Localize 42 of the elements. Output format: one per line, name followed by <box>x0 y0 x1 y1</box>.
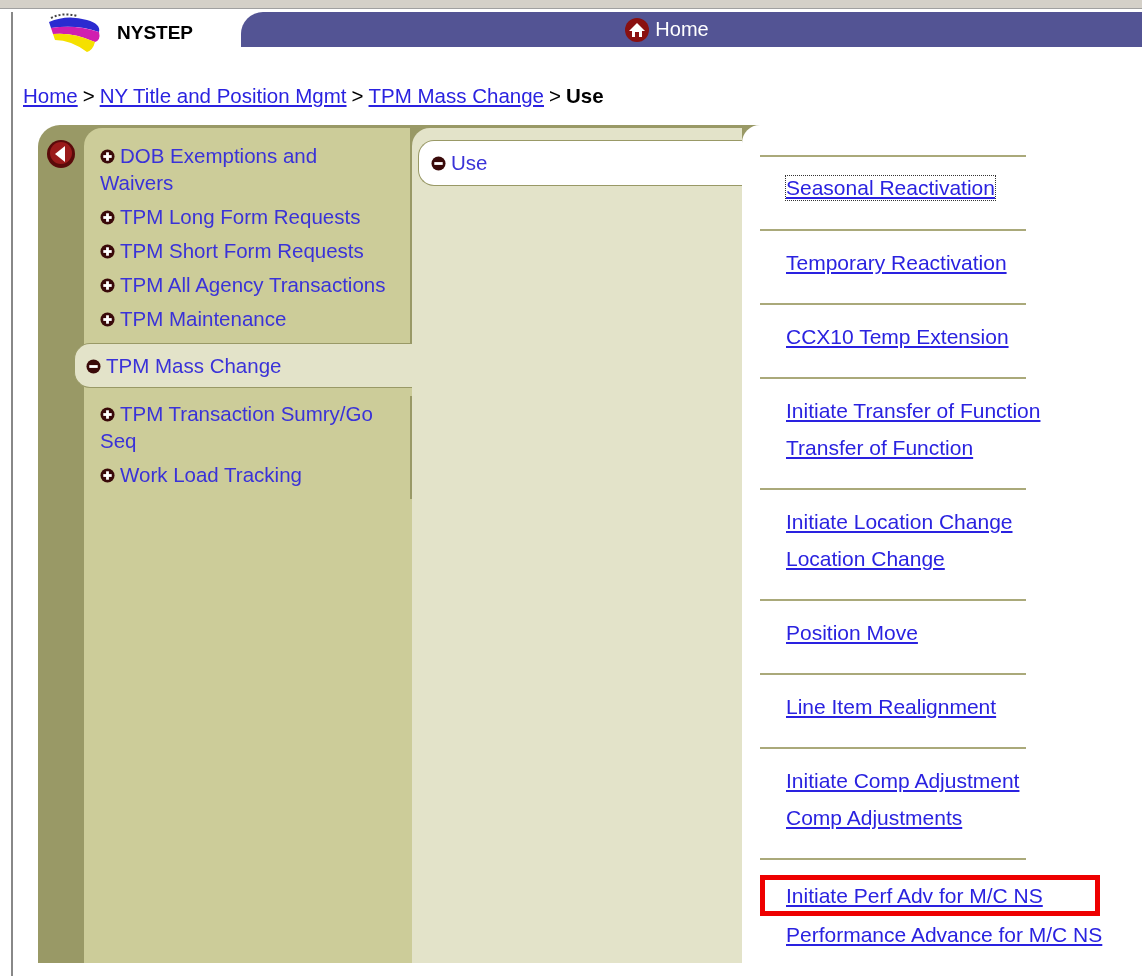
menu-item[interactable]: TPM Short Form Requests <box>100 237 390 264</box>
plus-icon <box>100 278 115 293</box>
menu-item[interactable]: DOB Exemptions and Waivers <box>100 142 390 196</box>
menu-link[interactable]: Initiate Perf Adv for M/C NS <box>786 880 1043 911</box>
submenu-item[interactable]: Use <box>418 140 742 186</box>
plus-icon <box>100 468 115 483</box>
minus-icon <box>431 155 446 171</box>
menu-link[interactable]: Line Item Realignment <box>786 688 997 725</box>
plus-icon <box>100 312 115 327</box>
breadcrumb-link[interactable]: NY Title and Position Mgmt <box>99 84 347 107</box>
menu-link[interactable]: Comp Adjustments <box>786 799 963 836</box>
breadcrumb-separator: > <box>549 84 561 107</box>
menu-link[interactable]: Performance Advance for M/C NS <box>786 916 1103 953</box>
menu-link[interactable]: Initiate Location Change <box>786 503 1013 540</box>
breadcrumb-separator: > <box>82 84 95 107</box>
home-link[interactable]: Home <box>624 16 709 43</box>
menu-link[interactable]: Position Move <box>786 614 918 651</box>
menu-item[interactable]: TPM Mass Change <box>74 343 414 388</box>
menu-item[interactable]: Work Load Tracking <box>100 461 390 488</box>
menu-link[interactable]: Initiate Transfer of Function <box>786 392 1041 429</box>
plus-icon <box>100 210 115 225</box>
menu-item[interactable]: TPM Transaction Sumry/Go Seq <box>100 400 390 454</box>
menu-link[interactable]: Location Change <box>786 540 945 577</box>
back-icon[interactable] <box>46 139 76 169</box>
minus-icon <box>86 359 101 374</box>
menu-link[interactable]: Temporary Reactivation <box>786 244 1007 281</box>
menu-link[interactable]: CCX10 Temp Extension <box>786 318 1009 355</box>
plus-icon <box>100 244 115 259</box>
home-icon <box>624 16 651 43</box>
breadcrumb-link[interactable]: Home <box>23 84 78 107</box>
breadcrumb-link[interactable]: TPM Mass Change <box>368 84 544 107</box>
menu-item[interactable]: TPM All Agency Transactions <box>100 271 390 298</box>
menu-link[interactable]: Transfer of Function <box>786 429 974 466</box>
breadcrumb-current: Use <box>565 84 604 107</box>
breadcrumb-separator: > <box>351 84 364 107</box>
menu-link[interactable]: Initiate Comp Adjustment <box>786 762 1020 799</box>
menu-item[interactable]: TPM Maintenance <box>100 305 390 332</box>
logo-text: NYSTEP <box>117 22 194 44</box>
plus-icon <box>100 149 115 164</box>
plus-icon <box>100 407 115 422</box>
menu-link[interactable]: Seasonal Reactivation <box>786 176 995 200</box>
menu-item[interactable]: TPM Long Form Requests <box>100 203 390 230</box>
